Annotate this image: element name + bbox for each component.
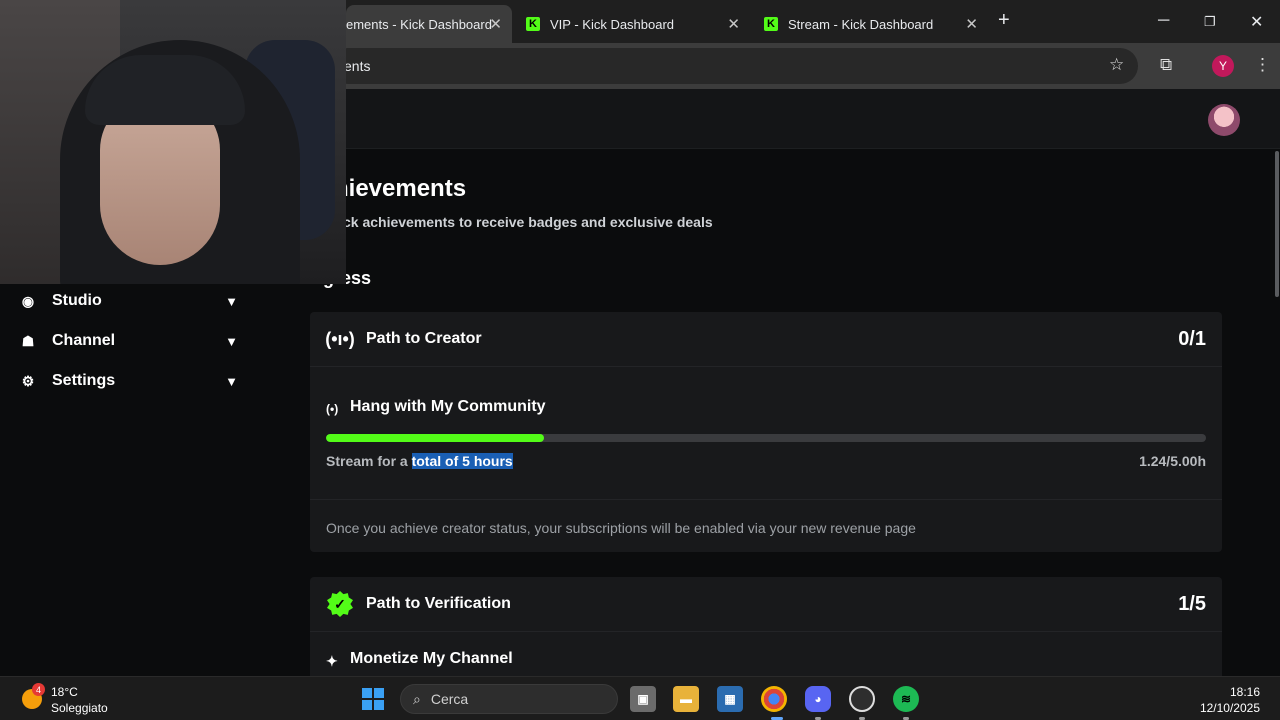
- achievement-desc-prefix: Stream for a: [326, 453, 412, 469]
- close-icon[interactable]: ✕: [489, 15, 502, 33]
- address-bar[interactable]: ents: [330, 48, 1138, 84]
- profile-avatar[interactable]: Y: [1212, 55, 1234, 77]
- page-subtitle: ck achievements to receive badges and ex…: [343, 214, 713, 230]
- chevron-down-icon: ▼: [225, 373, 238, 389]
- gear-icon: ⚙: [21, 372, 35, 389]
- sidebar-item-label: Studio: [52, 292, 102, 309]
- weather-temp[interactable]: 18°C: [51, 685, 78, 699]
- window-close-icon[interactable]: ✕: [1250, 12, 1263, 32]
- card-path-to-creator: (•ı•) Path to Creator 0/1 (•) Hang with …: [310, 312, 1222, 552]
- minimize-icon[interactable]: ─: [1158, 12, 1169, 30]
- achievement-title: Monetize My Channel: [350, 650, 513, 667]
- sidebar-item-channel[interactable]: ☗ Channel ▼: [20, 327, 240, 355]
- chrome-icon[interactable]: [761, 686, 787, 712]
- page-title: hievements: [334, 175, 467, 202]
- address-text: ents: [344, 58, 371, 74]
- more-menu-icon[interactable]: ⋮: [1254, 55, 1271, 75]
- webcam-beanie: [85, 55, 245, 125]
- sparkle-icon: ✦: [326, 653, 338, 669]
- clock-time[interactable]: 18:16: [1230, 685, 1260, 699]
- achievement-progress-value: 1.24/5.00h: [1139, 453, 1206, 469]
- taskbar: 4 18°C Soleggiato ⌕ Cerca ▣ ▬ ▦ ◕ ≋ 18:1…: [0, 676, 1280, 720]
- progress-bar: [326, 434, 1206, 442]
- sidebar-item-label: Channel: [52, 332, 116, 349]
- close-icon[interactable]: ✕: [727, 15, 740, 33]
- card-path-to-verification: ✓ Path to Verification 1/5 ✦ Monetize My…: [310, 577, 1222, 676]
- store-icon[interactable]: ▦: [717, 686, 743, 712]
- new-tab-button[interactable]: +: [998, 9, 1010, 32]
- webcam-overlay: [0, 0, 346, 284]
- task-view-icon[interactable]: ▣: [630, 686, 656, 712]
- broadcast-icon: (•): [326, 402, 339, 416]
- card-title: Path to Creator: [366, 330, 482, 347]
- sidebar-item-settings[interactable]: ⚙ Settings ▼: [20, 367, 240, 395]
- sidebar-item-studio[interactable]: ◉ Studio ▼: [20, 287, 240, 315]
- discord-icon[interactable]: ◕: [805, 686, 831, 712]
- tab-label: VIP - Kick Dashboard: [550, 16, 675, 32]
- achievement-title: Hang with My Community: [350, 398, 546, 415]
- file-explorer-icon[interactable]: ▬: [673, 686, 699, 712]
- card-note: Once you achieve creator status, your su…: [326, 520, 916, 536]
- tab-label: ements - Kick Dashboard: [346, 16, 492, 32]
- card-title: Path to Verification: [366, 595, 511, 612]
- studio-icon: ◉: [21, 292, 35, 309]
- clock-date[interactable]: 12/10/2025: [1200, 701, 1260, 715]
- extensions-icon[interactable]: ⧉: [1160, 55, 1172, 75]
- bookmark-star-icon[interactable]: ☆: [1109, 55, 1124, 75]
- card-header[interactable]: ✓ Path to Verification 1/5: [310, 577, 1222, 632]
- search-icon: ⌕: [413, 690, 421, 707]
- kick-logo-icon: K: [764, 17, 778, 31]
- card-count: 0/1: [1178, 328, 1206, 350]
- taskbar-search[interactable]: ⌕ Cerca: [400, 684, 618, 714]
- channel-icon: ☗: [21, 332, 35, 349]
- weather-badge: 4: [32, 683, 45, 696]
- achievement-description: Stream for a total of 5 hours: [326, 453, 513, 469]
- card-header[interactable]: (•ı•) Path to Creator 0/1: [310, 312, 1222, 367]
- tab-vip[interactable]: K VIP - Kick Dashboard ✕: [516, 8, 750, 40]
- search-placeholder: Cerca: [430, 691, 469, 707]
- chevron-down-icon: ▼: [225, 293, 238, 309]
- start-button[interactable]: [362, 688, 384, 710]
- kick-logo-icon: K: [526, 17, 540, 31]
- weather-desc[interactable]: Soleggiato: [51, 701, 108, 715]
- tab-label: Stream - Kick Dashboard: [788, 16, 934, 32]
- chevron-down-icon: ▼: [225, 333, 238, 349]
- spotify-icon[interactable]: ≋: [893, 686, 919, 712]
- verified-check-icon: ✓: [326, 591, 354, 617]
- progress-fill: [326, 434, 545, 442]
- restore-icon[interactable]: ❐: [1204, 14, 1216, 30]
- sidebar-item-label: Settings: [52, 372, 116, 389]
- close-icon[interactable]: ✕: [965, 15, 978, 33]
- selected-text: total of 5 hours: [411, 453, 513, 469]
- broadcast-icon: (•ı•): [325, 328, 355, 349]
- card-count: 1/5: [1178, 593, 1206, 615]
- obs-icon[interactable]: [849, 686, 875, 712]
- tab-achievements[interactable]: ements - Kick Dashboard ✕: [346, 5, 512, 43]
- tab-stream[interactable]: K Stream - Kick Dashboard ✕: [754, 8, 988, 40]
- divider: [310, 499, 1222, 500]
- avatar[interactable]: [1208, 104, 1240, 136]
- scrollbar[interactable]: [1275, 151, 1279, 297]
